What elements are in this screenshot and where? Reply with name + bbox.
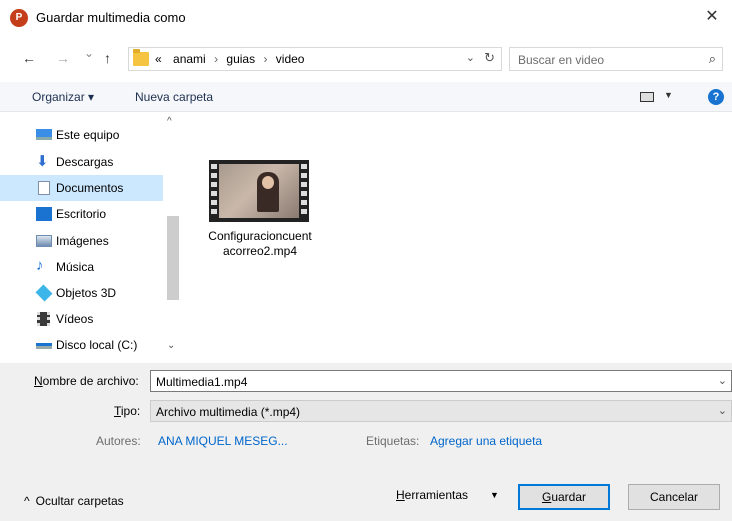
arrow-up-icon: ↑ xyxy=(104,50,111,66)
close-icon: ✕ xyxy=(705,8,719,25)
hide-folders-button[interactable]: ^ Ocultar carpetas xyxy=(24,494,124,508)
sidebar-item-label: Música xyxy=(56,260,95,274)
tools-button[interactable]: Herramientas xyxy=(396,488,468,502)
file-type-select[interactable]: Archivo multimedia (*.mp4) ⌄ xyxy=(150,400,732,422)
scroll-down-button[interactable]: ⌄ xyxy=(167,340,175,351)
desktop-icon xyxy=(36,207,52,221)
file-name: Configuracioncuentacorreo2.mp4 xyxy=(208,229,312,258)
breadcrumb-separator: › xyxy=(263,52,268,66)
sidebar-item-label: Objetos 3D xyxy=(56,286,117,300)
refresh-icon: ↻ xyxy=(484,50,495,65)
film-icon xyxy=(37,312,50,326)
powerpoint-icon: P xyxy=(10,9,28,27)
authors-label: Autores: xyxy=(96,434,141,448)
download-icon: ⬇ xyxy=(36,153,49,170)
up-button[interactable]: ↑ xyxy=(104,50,111,66)
sidebar-item-documentos[interactable]: Documentos xyxy=(0,175,163,201)
sidebar-item-objetos-3d[interactable]: Objetos 3D xyxy=(0,280,163,306)
chevron-down-icon: ⌄ xyxy=(465,52,475,64)
sidebar-item-label: Escritorio xyxy=(56,207,107,221)
tools-dropdown-icon[interactable]: ▼ xyxy=(490,490,499,500)
folder-icon xyxy=(133,49,149,66)
breadcrumb-item-video[interactable]: video xyxy=(276,52,305,66)
file-type-value: Archivo multimedia (*.mp4) xyxy=(156,405,301,419)
address-bar[interactable]: « anami › guias › video ⌄ ↻ xyxy=(128,47,502,71)
forward-button[interactable]: → xyxy=(56,50,70,66)
scrollbar-thumb[interactable] xyxy=(167,216,179,300)
chevron-down-icon[interactable]: ⌄ xyxy=(718,404,727,417)
video-thumbnail-icon xyxy=(209,160,309,222)
view-options-icon[interactable] xyxy=(640,92,654,102)
window-title: Guardar multimedia como xyxy=(36,10,186,25)
breadcrumb: « anami › guias › video xyxy=(155,52,304,66)
view-options-dropdown[interactable]: ▼ xyxy=(664,90,673,100)
close-button[interactable]: ✕ xyxy=(692,0,732,34)
sidebar-item-label: Imágenes xyxy=(56,234,109,248)
filename-value: Multimedia1.mp4 xyxy=(156,375,248,389)
sidebar-item-disco-local[interactable]: Disco local (C:) xyxy=(0,332,163,358)
chevron-down-icon: ⌄ xyxy=(167,340,176,351)
breadcrumb-item-guias[interactable]: guias xyxy=(226,52,255,66)
arrow-right-icon: → xyxy=(56,50,70,66)
tags-label: Etiquetas: xyxy=(366,434,420,448)
breadcrumb-overflow[interactable]: « xyxy=(155,52,162,66)
scroll-up-button[interactable]: ^ xyxy=(167,116,172,127)
navigation-pane: Este equipo ⬇ Descargas Documentos Escri… xyxy=(0,113,185,363)
sidebar-item-label: Descargas xyxy=(56,155,114,169)
add-tag-link[interactable]: Agregar una etiqueta xyxy=(430,434,542,448)
file-list: Configuracioncuentacorreo2.mp4 xyxy=(185,113,732,363)
save-form: Nombre de archivo: Multimedia1.mp4 ⌄ Tip… xyxy=(0,363,732,521)
chevron-down-icon: ⌄ xyxy=(84,46,95,60)
sidebar-item-label: Documentos xyxy=(56,181,124,195)
search-icon[interactable]: ⌕ xyxy=(709,51,716,67)
sidebar-item-este-equipo[interactable]: Este equipo xyxy=(0,122,163,148)
back-button[interactable]: ← xyxy=(22,50,36,66)
type-label: Tipo: xyxy=(114,404,141,418)
sidebar-item-videos[interactable]: Vídeos xyxy=(0,306,163,332)
help-icon[interactable]: ? xyxy=(708,89,724,105)
filename-label: Nombre de archivo: xyxy=(34,374,139,388)
breadcrumb-separator: › xyxy=(214,52,219,66)
chevron-down-icon[interactable]: ⌄ xyxy=(718,374,727,387)
search-input[interactable]: Buscar en video ⌕ xyxy=(509,47,723,71)
save-button[interactable]: Guardar xyxy=(518,484,610,510)
drive-icon xyxy=(36,343,52,349)
organize-button[interactable]: Organizar ▾ xyxy=(32,90,94,104)
breadcrumb-item-anami[interactable]: anami xyxy=(173,52,206,66)
image-icon xyxy=(36,235,52,247)
chevron-up-icon: ^ xyxy=(24,494,30,508)
recent-locations-button[interactable]: ⌄ xyxy=(84,46,94,60)
cancel-button[interactable]: Cancelar xyxy=(628,484,720,510)
address-dropdown-button[interactable]: ⌄ xyxy=(466,51,475,64)
refresh-button[interactable]: ↻ xyxy=(484,50,495,66)
computer-icon xyxy=(36,129,52,140)
filename-field[interactable]: Multimedia1.mp4 ⌄ xyxy=(150,370,732,392)
title-bar: P Guardar multimedia como ✕ xyxy=(0,0,732,36)
sidebar-item-label: Disco local (C:) xyxy=(56,338,138,352)
new-folder-button[interactable]: Nueva carpeta xyxy=(135,90,213,104)
command-bar: Organizar ▾ Nueva carpeta ▼ ? xyxy=(0,82,732,112)
search-placeholder: Buscar en video xyxy=(518,53,605,67)
sidebar-item-label: Vídeos xyxy=(56,312,94,326)
sidebar-item-imagenes[interactable]: Imágenes xyxy=(0,228,163,254)
cube-icon xyxy=(35,284,53,302)
sidebar-item-descargas[interactable]: ⬇ Descargas xyxy=(0,149,163,175)
chevron-up-icon: ^ xyxy=(167,116,172,127)
music-icon: ♪ xyxy=(36,257,44,274)
sidebar-item-musica[interactable]: ♪ Música xyxy=(0,254,163,280)
arrow-left-icon: ← xyxy=(22,50,36,66)
sidebar-item-label: Este equipo xyxy=(56,128,120,142)
document-icon xyxy=(38,181,50,195)
authors-link[interactable]: ANA MIQUEL MESEG... xyxy=(158,434,288,448)
sidebar-item-escritorio[interactable]: Escritorio xyxy=(0,201,163,227)
